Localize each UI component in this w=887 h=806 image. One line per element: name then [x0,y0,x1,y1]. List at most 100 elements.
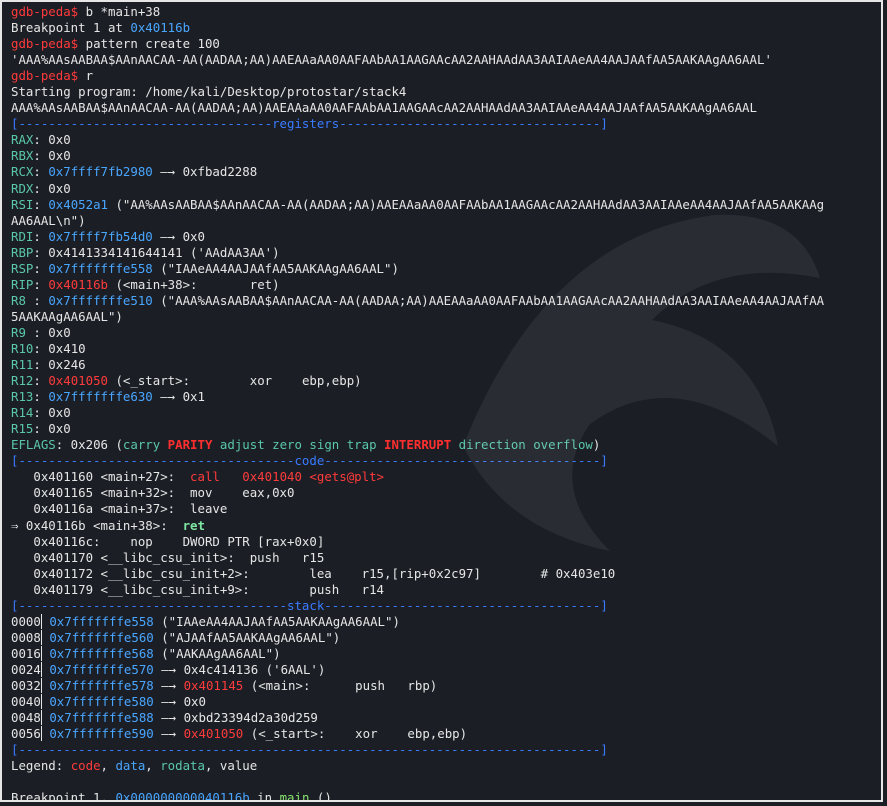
stack-address: 0x7fffffffe560 [49,629,154,645]
flag-list-end: direction overflow [451,437,593,453]
register-r15: R15: 0x0 [11,421,881,437]
register-name: R12 [11,373,34,389]
register-address: 0x7ffff7fb2980 [48,164,153,180]
register-name: R8 [11,292,34,308]
register-rax: RAX: 0x0 [11,132,881,148]
prompt-line-1: gdb-peda$ b *main+38 [11,4,881,20]
stack-offset: 0048 [11,710,42,726]
register-value: (<main+38>: ret) [108,276,280,292]
code-line: 0x401179 <__libc_csu_init+9>: push r14 [11,581,384,597]
terminal-window[interactable]: gdb-peda$ b *main+38 Breakpoint 1 at 0x4… [0,0,883,802]
command: pattern create 100 [85,36,220,52]
register-name: R9 [11,324,34,340]
register-address: 0x7ffff7fb54d0 [48,228,153,244]
register-value: ("AAA%AAsAABAA$AAnAACAA-AA(AADAA;AA)AAEA… [152,292,825,308]
register-name: R11 [11,357,34,373]
register-r9: R9 : 0x0 [11,325,881,341]
register-rcx: RCX: 0x7ffff7fb2980 —→ 0xfbad2288 [11,164,258,180]
command: b *main+38 [85,4,161,19]
legend-comma: , [204,758,220,774]
register-value: : 0x4141334141644141 ('AAdAA3AA') [33,244,280,260]
register-rbp: RBP: 0x4141334141644141 ('AAdAA3AA') [11,245,881,261]
register-rdi: RDI: 0x7ffff7fb54d0 —→ 0x0 [11,228,205,244]
register-name: RBX [11,148,34,164]
stack-code-pointer: 0x401145 [183,677,244,693]
registers-separator: [----------------------------------regis… [11,116,608,132]
legend: Legend: code, data, rodata, value [11,758,881,774]
stack-value: ("AJAAfAA5AAKAAgAA6AAL") [153,629,341,645]
register-name: RDI [11,228,34,244]
code-separator: [-------------------------------------co… [11,453,608,469]
flag-parity: PARITY [167,437,213,453]
register-r11: R11: 0x246 [11,357,881,373]
code-line: 0x401170 <__libc_csu_init>: push r15 [11,549,325,565]
stack-address: 0x7fffffffe578 [49,677,154,693]
legend-rodata: rodata [160,758,205,774]
legend-code: code [70,758,101,774]
stack-value: ("IAAeAA4AAJAAfAA5AAKAAgAA6AAL") [153,613,400,629]
breakpoint-function: main [279,790,310,802]
stack-row: 0056 0x7fffffffe590 —→ 0x401050 (<_start… [11,726,881,742]
stack-value: —→ 0x0 [153,694,206,710]
code-line: 0x401165 <main+32>: mov eax,0x0 [11,485,295,501]
prompt: gdb-peda$ [11,36,79,52]
breakpoint-parens: () [309,790,332,802]
stack-offset: 0056 [11,726,42,742]
register-value: —→ 0x1 [152,389,205,405]
stack-row: 0040 0x7fffffffe580 —→ 0x0 [11,694,881,710]
current-instruction-arrow-icon: ⇒ [11,517,26,533]
prompt: gdb-peda$ [11,4,79,19]
register-name: R13 [11,389,34,405]
legend-label: Legend: [11,758,71,774]
register-name: RCX [11,164,34,180]
register-value: (<_start>: xor ebp,ebp) [108,373,362,389]
flag-list: adjust zero sign trap [212,437,385,453]
stack-row: 0016 0x7fffffffe568 ("AAKAAgAA6AAL") [11,645,881,662]
register-value: ("AA%AAsAABAA$AAnAACAA-AA(AADAA;AA)AAEAA… [108,196,825,212]
stack-value-tail: (<main>: push rbp) [243,677,438,693]
stack-row: 0032 0x7fffffffe578 —→ 0x401145 (<main>:… [11,677,881,694]
register-name: RAX [11,132,34,148]
prompt: gdb-peda$ [11,68,79,84]
register-r8-cont: 5AAKAAgAA6AAL") [11,308,123,324]
stack-code-pointer: 0x401050 [183,726,244,742]
register-name: RDX [11,180,34,196]
register-r14: R14: 0x0 [11,405,881,421]
stack-offset: 0000 [11,613,42,629]
register-rip: RIP: 0x40116b (<main+38>: ret) [11,276,280,292]
code-line: 0x40116a <main+37>: leave [11,501,228,517]
register-address: 0x7fffffffe630 [48,389,153,405]
register-value: —→ 0xfbad2288 [152,164,258,180]
stack-row: 0048 0x7fffffffe588 —→ 0xbd23394d2a30d25… [11,710,881,726]
register-rsi: RSI: 0x4052a1 ("AA%AAsAABAA$AAnAACAA-AA(… [11,196,825,212]
breakpoint-text: Breakpoint 1, [11,790,116,802]
register-address: 0x4052a1 [48,196,108,212]
stack-address: 0x7fffffffe588 [49,710,154,726]
register-value: : 0x0 [33,421,71,437]
stack-offset: 0016 [11,645,42,661]
register-value: : 0x0 [33,180,71,196]
legend-comma: , [145,758,161,774]
register-value: ("IAAeAA4AAJAAfAA5AAKAAgAA6AAL") [152,260,399,276]
register-address: 0x401050 [48,373,108,389]
register-value: : 0x410 [33,340,86,356]
register-value: : 0x246 [33,357,86,373]
legend-comma: , [100,758,116,774]
stack-separator: [------------------------------------sta… [11,597,608,613]
prompt-line-3: gdb-peda$ r [11,68,881,84]
stack-address: 0x7fffffffe570 [49,661,154,677]
stack-address: 0x7fffffffe590 [49,726,154,742]
register-name: R10 [11,340,34,356]
pattern-output: 'AAA%AAsAABAA$AAnAACAA-AA(AADAA;AA)AAEAA… [11,52,772,68]
stack-value: —→ 0x4c414136 ('6AAL') [153,661,326,677]
register-rbx: RBX: 0x0 [11,148,881,164]
register-rdx: RDX: 0x0 [11,181,881,197]
stack-offset: 0032 [11,677,42,693]
register-value: —→ 0x0 [152,228,205,244]
register-r8: R8 : 0x7fffffffe510 ("AAA%AAsAABAA$AAnAA… [11,292,825,308]
code-line: 0x401160 <main+27>: call 0x401040 <gets@… [11,469,881,485]
stack-value: —→ [153,677,184,693]
stack-row: 0000 0x7fffffffe558 ("IAAeAA4AAJAAfAA5AA… [11,613,881,630]
code-line-current: ⇒ 0x40116b <main+38>: ret [11,518,881,534]
code-line: 0x401172 <__libc_csu_init+2>: lea r15,[r… [11,565,616,581]
